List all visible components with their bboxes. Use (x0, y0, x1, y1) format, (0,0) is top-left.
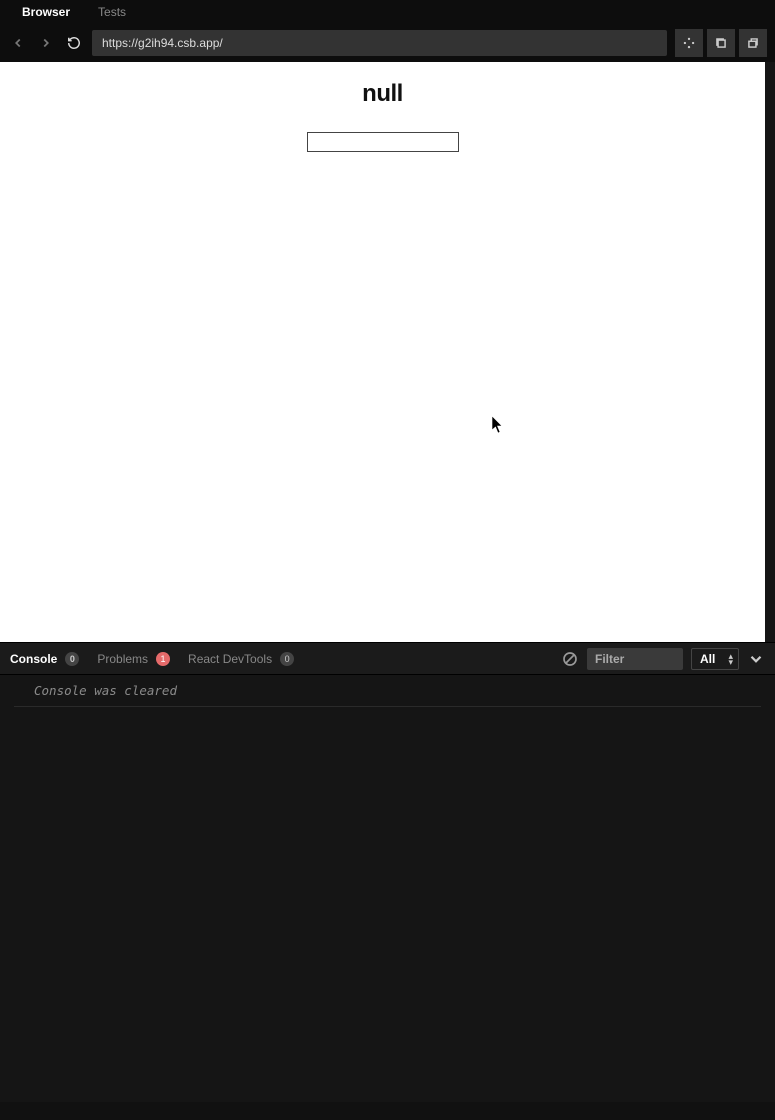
chevron-right-icon (39, 36, 53, 50)
forward-button[interactable] (36, 33, 56, 53)
reload-icon (67, 36, 81, 50)
devtools-tab-label: React DevTools (188, 652, 272, 666)
top-tab-bar: Browser Tests (0, 0, 775, 24)
devtools-tab-bar: Console 0 Problems 1 React DevTools 0 Al… (0, 642, 775, 674)
problems-count-badge: 1 (156, 652, 170, 666)
console-filter-input[interactable] (587, 648, 683, 670)
mouse-cursor-icon (492, 416, 504, 434)
devtools-tab-react[interactable]: React DevTools 0 (188, 652, 294, 666)
toolbar-right-group (675, 29, 767, 57)
page-text-input[interactable] (307, 132, 459, 152)
browser-toolbar (0, 24, 775, 62)
move-icon (682, 36, 696, 50)
devtools-tab-console[interactable]: Console 0 (10, 652, 79, 666)
react-count-badge: 0 (280, 652, 294, 666)
move-button[interactable] (675, 29, 703, 57)
tab-browser[interactable]: Browser (8, 1, 84, 23)
clear-console-button[interactable] (561, 650, 579, 668)
new-window-icon (714, 36, 728, 50)
collapse-panel-button[interactable] (747, 650, 765, 668)
restore-window-icon (746, 36, 760, 50)
chevron-down-icon (747, 650, 765, 668)
chevron-left-icon (11, 36, 25, 50)
log-level-select[interactable]: All (691, 648, 739, 670)
console-output[interactable]: Console was cleared (0, 674, 775, 1102)
devtools-tab-label: Problems (97, 652, 148, 666)
back-button[interactable] (8, 33, 28, 53)
preview-viewport: null (0, 62, 765, 642)
console-count-badge: 0 (65, 652, 79, 666)
console-cleared-message: Console was cleared (14, 681, 761, 707)
devtools-tab-problems[interactable]: Problems 1 (97, 652, 170, 666)
devtools-tab-label: Console (10, 652, 57, 666)
bottom-status-bar (0, 1102, 775, 1120)
address-bar[interactable] (92, 30, 667, 56)
clear-icon (561, 650, 579, 668)
page-title: null (362, 80, 403, 108)
reload-button[interactable] (64, 33, 84, 53)
devtools-toolbar-right: All ▴▾ (561, 648, 765, 670)
restore-window-button[interactable] (739, 29, 767, 57)
new-window-button[interactable] (707, 29, 735, 57)
log-level-select-wrap: All ▴▾ (691, 648, 739, 670)
tab-tests[interactable]: Tests (84, 1, 140, 23)
